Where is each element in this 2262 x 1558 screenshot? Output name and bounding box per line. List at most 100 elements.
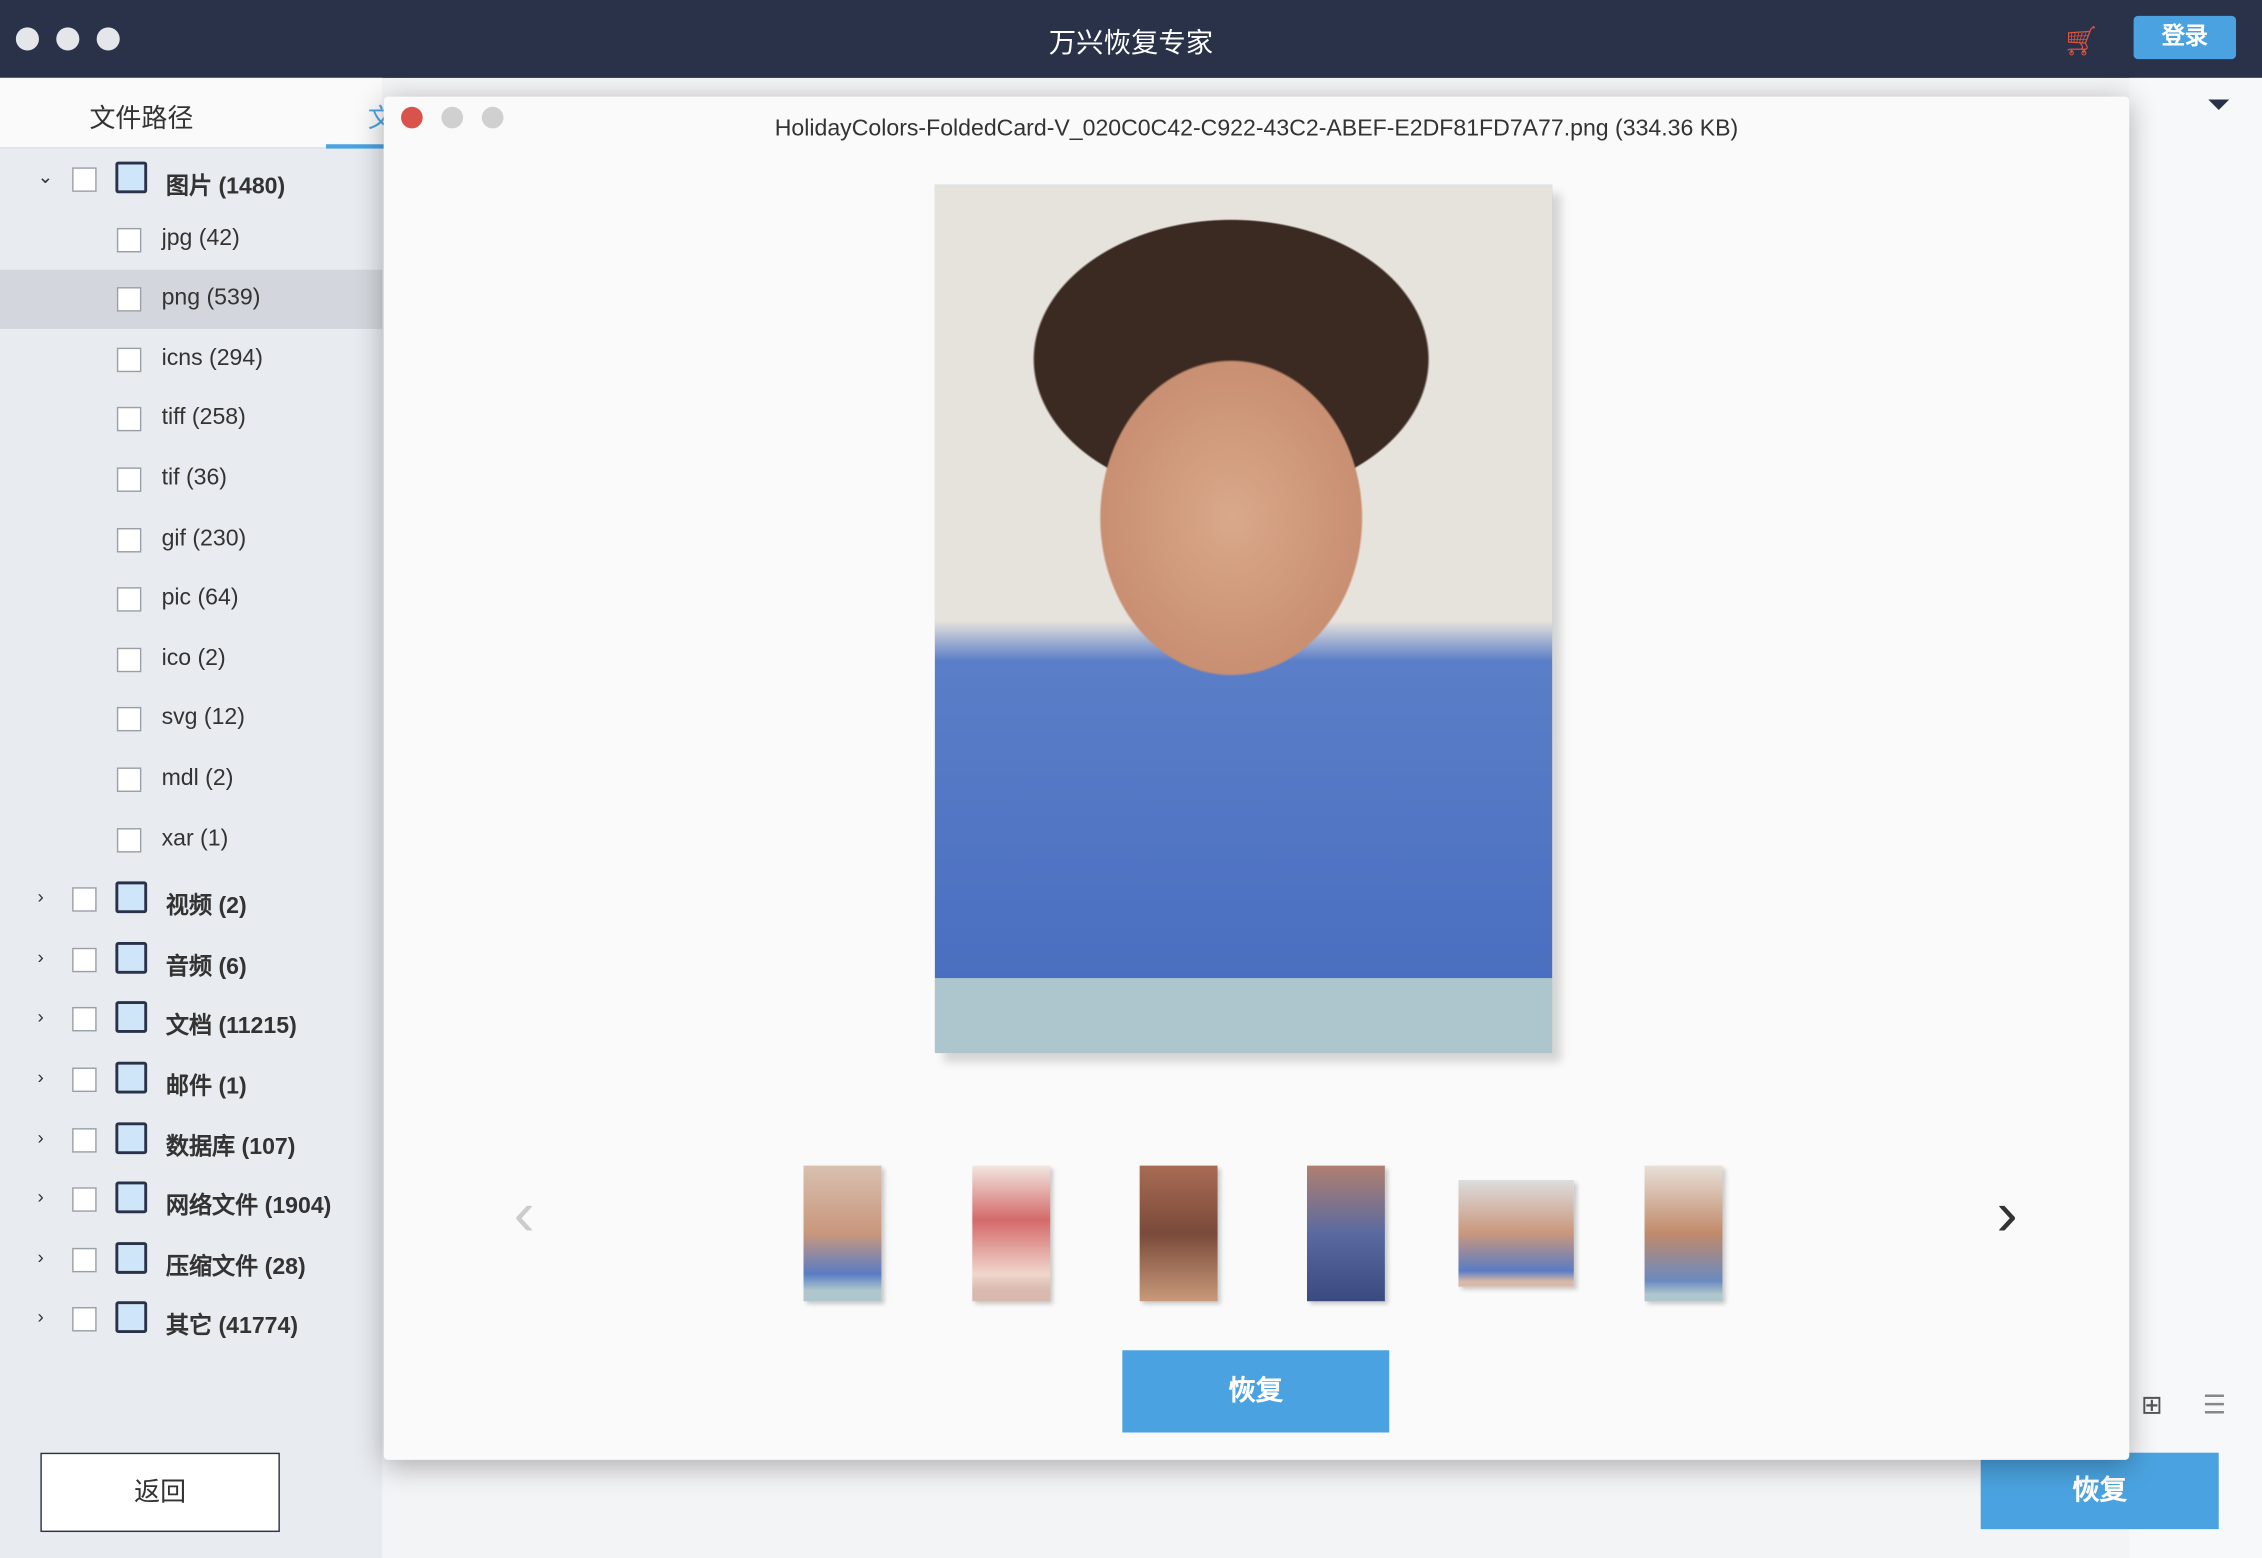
tree-item[interactable]: ⌄ 图片 (1480)	[0, 150, 382, 209]
category-icon	[115, 882, 147, 914]
thumbnail[interactable]	[972, 1166, 1050, 1302]
tree-item-checkbox[interactable]	[117, 827, 142, 852]
tree-item[interactable]: jpg (42)	[0, 210, 382, 269]
preview-dialog: HolidayColors-FoldedCard-V_020C0C42-C922…	[384, 97, 2130, 1460]
tree-item-checkbox[interactable]	[117, 647, 142, 672]
tree-item-checkbox[interactable]	[72, 1188, 97, 1213]
tree-item[interactable]: svg (12)	[0, 690, 382, 749]
chevron-right-icon[interactable]: ›	[38, 1306, 44, 1328]
chevron-down-icon[interactable]: ⌄	[38, 166, 54, 189]
tree-item-checkbox[interactable]	[117, 587, 142, 612]
tree-item-checkbox[interactable]	[72, 887, 97, 912]
tree-item[interactable]: › 其它 (41774)	[0, 1290, 382, 1349]
chevron-right-icon[interactable]: ›	[38, 886, 44, 908]
tree-item[interactable]: png (539)	[0, 270, 382, 329]
chevron-right-icon[interactable]: ›	[38, 1006, 44, 1028]
thumbnail[interactable]	[1645, 1166, 1723, 1302]
category-icon	[115, 1182, 147, 1214]
tree-item[interactable]: tif (36)	[0, 450, 382, 509]
tree-item-label: 压缩文件 (28)	[166, 1246, 306, 1281]
app-title: 万兴恢复专家	[0, 22, 2262, 61]
tree-item[interactable]: icns (294)	[0, 330, 382, 389]
tree-item-label: ico (2)	[162, 646, 226, 672]
login-button[interactable]: 登录	[2134, 16, 2236, 59]
grid-view-icon[interactable]: ⊞	[2141, 1391, 2163, 1421]
results-panel-edge	[2129, 78, 2262, 1558]
tree-item-label: tiff (258)	[162, 406, 246, 432]
app-window: 万兴恢复专家 🛒︎ 登录 文件路径 文 ⌄ 图片 (1480) jpg (42) pn…	[0, 0, 2262, 1558]
preview-recover-button[interactable]: 恢复	[1122, 1350, 1389, 1432]
recover-button[interactable]: 恢复	[1981, 1453, 2219, 1529]
tree-item-checkbox[interactable]	[72, 1308, 97, 1333]
tree-item-checkbox[interactable]	[117, 767, 142, 792]
tree-item[interactable]: xar (1)	[0, 810, 382, 869]
sidebar: 文件路径 文 ⌄ 图片 (1480) jpg (42) png (539) icns (…	[0, 78, 382, 1558]
tree-item-checkbox[interactable]	[72, 1128, 97, 1153]
tree-item[interactable]: ›文档 (11215)	[0, 990, 382, 1049]
tree-item[interactable]: › 视频 (2)	[0, 870, 382, 929]
tree-item-checkbox[interactable]	[117, 707, 142, 732]
thumbnail[interactable]	[1140, 1166, 1218, 1302]
tree-item-label: jpg (42)	[162, 226, 240, 252]
thumbnail[interactable]	[804, 1166, 882, 1302]
tree-item-checkbox[interactable]	[117, 287, 142, 312]
preview-filename: HolidayColors-FoldedCard-V_020C0C42-C922…	[384, 117, 2130, 143]
tree-item-label: 其它 (41774)	[166, 1306, 298, 1341]
category-icon	[115, 1002, 147, 1034]
next-arrow-icon[interactable]: ›	[1997, 1179, 2018, 1251]
list-view-icon[interactable]: ☰	[2203, 1391, 2226, 1421]
tree-item-checkbox[interactable]	[117, 227, 142, 252]
previous-arrow-icon[interactable]: ‹	[514, 1179, 535, 1251]
filter-icon[interactable]: ⏷	[2207, 89, 2230, 122]
tree-item[interactable]: ›数据库 (107)	[0, 1110, 382, 1169]
tree-item-checkbox[interactable]	[117, 527, 142, 552]
tree-item-label: png (539)	[162, 286, 261, 312]
tree-item-checkbox[interactable]	[72, 167, 97, 192]
back-button[interactable]: 返回	[40, 1453, 279, 1532]
tree-item-checkbox[interactable]	[117, 407, 142, 432]
tree-item-checkbox[interactable]	[72, 1007, 97, 1032]
tab-file-path[interactable]: 文件路径	[89, 98, 193, 136]
tree-item-checkbox[interactable]	[72, 947, 97, 972]
tree-item[interactable]: › 音频 (6)	[0, 930, 382, 989]
tree-item-label: gif (230)	[162, 526, 247, 552]
tree-item-checkbox[interactable]	[72, 1248, 97, 1273]
tree-item[interactable]: ico (2)	[0, 630, 382, 689]
tree-item[interactable]: pic (64)	[0, 570, 382, 629]
tree-item-checkbox[interactable]	[117, 347, 142, 372]
preview-image	[935, 185, 1552, 1053]
tree-item-checkbox[interactable]	[117, 467, 142, 492]
category-icon	[115, 1062, 147, 1094]
tree-item[interactable]: › 压缩文件 (28)	[0, 1230, 382, 1289]
thumbnail[interactable]	[1307, 1166, 1385, 1302]
tree-item[interactable]: › 网络文件 (1904)	[0, 1170, 382, 1229]
category-icon	[115, 1122, 147, 1154]
chevron-right-icon[interactable]: ›	[38, 946, 44, 968]
tree-item-label: 图片 (1480)	[166, 166, 285, 201]
chevron-right-icon[interactable]: ›	[38, 1066, 44, 1088]
category-icon	[115, 1302, 147, 1334]
active-tab-indicator	[326, 144, 384, 148]
tree-item-label: 邮件 (1)	[166, 1066, 247, 1101]
chevron-right-icon[interactable]: ›	[38, 1246, 44, 1268]
sidebar-tabs: 文件路径 文	[0, 78, 382, 149]
tree-item[interactable]: mdl (2)	[0, 750, 382, 809]
chevron-right-icon[interactable]: ›	[38, 1186, 44, 1208]
category-icon	[115, 1242, 147, 1274]
tree-item-label: tif (36)	[162, 466, 227, 492]
cart-icon[interactable]: 🛒︎	[2063, 23, 2100, 59]
chevron-right-icon[interactable]: ›	[38, 1126, 44, 1148]
tree-item-label: xar (1)	[162, 826, 229, 852]
tree-item-label: pic (64)	[162, 586, 239, 612]
tree-item[interactable]: › 邮件 (1)	[0, 1050, 382, 1109]
tree-item[interactable]: gif (230)	[0, 510, 382, 569]
tree-item-label: 音频 (6)	[166, 946, 247, 981]
thumbnail[interactable]	[1458, 1180, 1573, 1287]
tree-item-label: 网络文件 (1904)	[166, 1186, 331, 1221]
tree-item-label: icns (294)	[162, 346, 263, 372]
category-icon	[115, 942, 147, 974]
tree-item-label: 视频 (2)	[166, 886, 247, 921]
tree-item[interactable]: tiff (258)	[0, 390, 382, 449]
title-bar: 万兴恢复专家 🛒︎ 登录	[0, 0, 2262, 78]
tree-item-checkbox[interactable]	[72, 1068, 97, 1093]
